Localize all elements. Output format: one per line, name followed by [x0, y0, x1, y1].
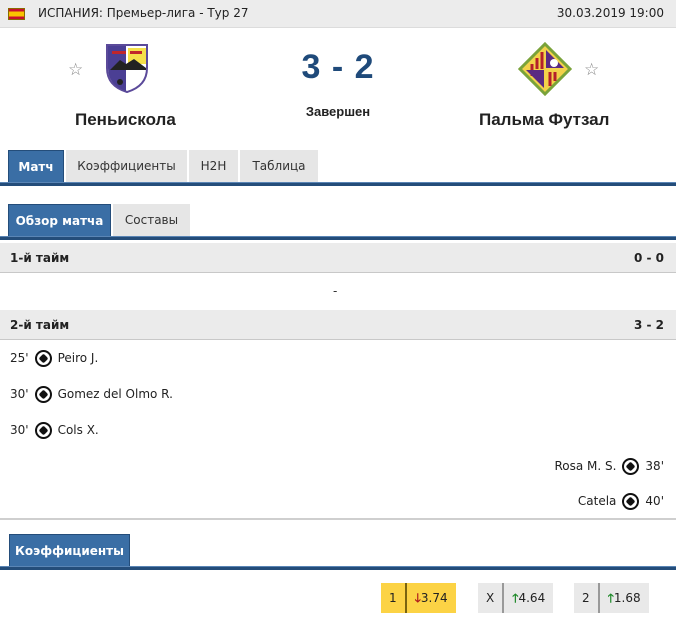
odds-value-text: 3.74: [420, 591, 448, 605]
odds-tab-underline: [0, 566, 676, 570]
soccer-ball-icon: [34, 421, 52, 439]
tab-match-summary[interactable]: Обзор матча: [8, 204, 111, 236]
palma-futsal-crest-icon: [517, 41, 573, 97]
event-player[interactable]: Catela: [578, 494, 617, 508]
away-team-logo[interactable]: [517, 41, 573, 97]
peniscola-crest-icon: [106, 44, 148, 94]
section-divider: [0, 518, 676, 520]
event-player[interactable]: Cols X.: [58, 423, 99, 437]
odds-away[interactable]: 2 🡑1.68: [574, 583, 649, 613]
period-title: 1-й тайм: [10, 251, 70, 265]
event-row-home: 25' Peiro J.: [10, 348, 98, 368]
period-header-second-half: 2-й тайм 3 - 2: [0, 310, 676, 340]
event-row-away: Catela 40': [578, 491, 664, 511]
event-row-home: 30' Gomez del Olmo R.: [10, 384, 173, 404]
odds-label: 1: [381, 583, 407, 613]
period-header-first-half: 1-й тайм 0 - 0: [0, 243, 676, 273]
event-player[interactable]: Gomez del Olmo R.: [58, 387, 173, 401]
league-link[interactable]: ИСПАНИЯ: Премьер-лига - Тур 27: [38, 6, 248, 20]
soccer-ball-icon: [34, 385, 52, 403]
period-score: 3 - 2: [633, 318, 664, 332]
event-row-home: 30' Cols X.: [10, 420, 99, 440]
match-datetime: 30.03.2019 19:00: [556, 6, 664, 20]
odds-value: 🡑4.64: [504, 583, 554, 613]
match-header-bar: ИСПАНИЯ: Премьер-лига - Тур 27 30.03.201…: [0, 0, 676, 28]
odds-label: 2: [574, 583, 600, 613]
event-minute: 25': [10, 351, 29, 365]
tab-lineups[interactable]: Составы: [113, 204, 190, 236]
soccer-ball-icon: [622, 457, 640, 475]
tab-odds[interactable]: Коэффициенты: [66, 150, 187, 182]
event-player[interactable]: Peiro J.: [58, 351, 99, 365]
home-team-name[interactable]: Пеньискола: [75, 110, 176, 130]
event-minute: 40': [645, 494, 664, 508]
match-score: 3 - 2: [301, 48, 375, 86]
star-outline-icon[interactable]: ☆: [68, 60, 83, 80]
odds-value-text: 1.68: [613, 591, 641, 605]
away-team-name[interactable]: Пальма Футзал: [479, 110, 609, 130]
event-row-away: Rosa M. S. 38': [554, 456, 664, 476]
home-team-logo[interactable]: [104, 42, 150, 94]
period-title: 2-й тайм: [10, 318, 70, 332]
odds-value: 🡓3.74: [406, 583, 456, 613]
event-minute: 30': [10, 423, 29, 437]
period-score: 0 - 0: [633, 251, 664, 265]
soccer-ball-icon: [622, 492, 640, 510]
tab-h2h[interactable]: H2H: [189, 150, 238, 182]
event-minute: 30': [10, 387, 29, 401]
subtab-underline: [0, 236, 676, 240]
match-status: Завершен: [305, 104, 371, 119]
soccer-ball-icon: [34, 349, 52, 367]
odds-value: 🡑1.68: [599, 583, 649, 613]
tab-standings[interactable]: Таблица: [240, 150, 318, 182]
odds-value-text: 4.64: [518, 591, 546, 605]
tab-match[interactable]: Матч: [8, 150, 64, 182]
spain-flag-icon: [8, 8, 25, 20]
odds-home[interactable]: 1 🡓3.74: [381, 583, 456, 613]
event-player[interactable]: Rosa M. S.: [554, 459, 616, 473]
star-outline-icon[interactable]: ☆: [584, 60, 599, 80]
tab-underline: [0, 182, 676, 186]
event-minute: 38': [645, 459, 664, 473]
tab-odds-section[interactable]: Коэффициенты: [9, 534, 130, 566]
odds-label: X: [478, 583, 505, 613]
no-events-placeholder: -: [333, 284, 338, 298]
odds-draw[interactable]: X 🡑4.64: [478, 583, 554, 613]
